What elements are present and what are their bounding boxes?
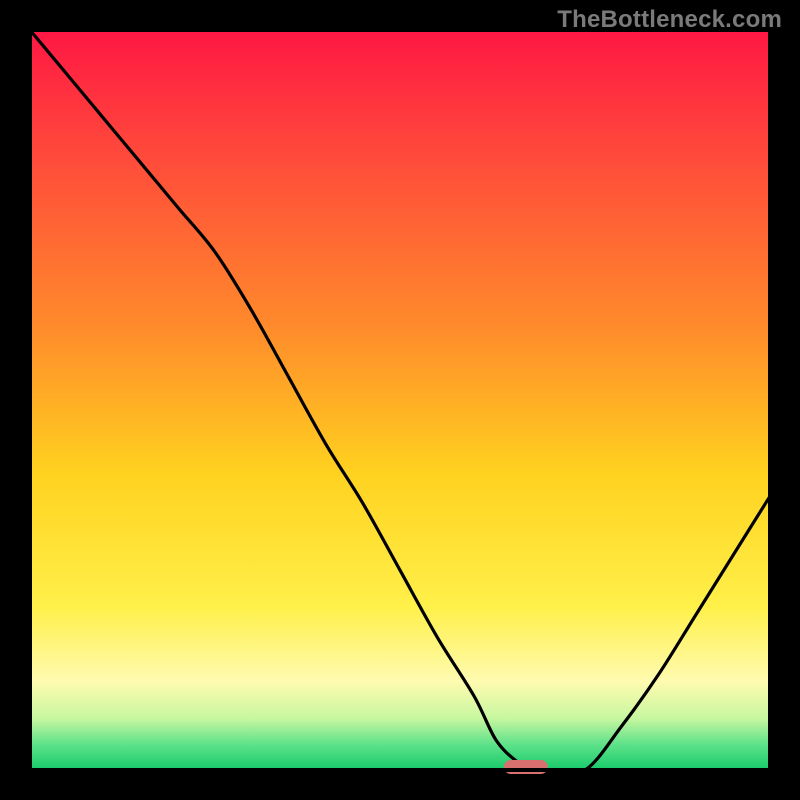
plot-background [30, 30, 770, 770]
chart-stage: TheBottleneck.com [0, 0, 800, 800]
chart-svg [0, 0, 800, 800]
watermark-text: TheBottleneck.com [557, 6, 782, 34]
